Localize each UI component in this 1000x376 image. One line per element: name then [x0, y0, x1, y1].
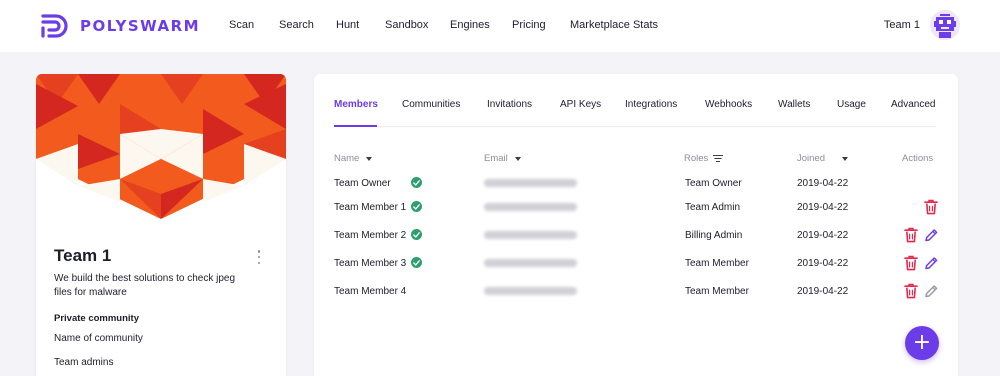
member-email-redacted [484, 287, 577, 295]
polyswarm-logo[interactable]: POLYSWARM [40, 11, 200, 41]
edit-member-button[interactable] [924, 255, 938, 271]
member-joined-date: 2019-04-22 [797, 286, 849, 297]
pencil-icon [925, 229, 938, 242]
delete-member-button[interactable] [904, 227, 918, 243]
column-header-joined[interactable]: Joined [797, 153, 848, 164]
column-header-actions: Actions [902, 153, 933, 164]
robot-avatar-icon [934, 14, 956, 38]
tab-integrations[interactable]: Integrations [625, 99, 677, 110]
column-header-email-label: Email [484, 153, 508, 164]
member-name: Team Member 4 [334, 286, 407, 297]
active-tab-indicator [334, 125, 377, 127]
member-name: Team Member 1 [334, 202, 407, 213]
member-email-redacted [484, 231, 577, 239]
team-settings-panel: Members Communities Invitations API Keys… [314, 74, 958, 376]
tab-wallets[interactable]: Wallets [778, 99, 810, 110]
member-joined-date: 2019-04-22 [797, 178, 849, 189]
tab-api-keys[interactable]: API Keys [560, 99, 601, 110]
edit-member-button[interactable] [924, 227, 938, 243]
nav-pricing[interactable]: Pricing [512, 19, 546, 31]
verified-check-icon [411, 229, 422, 240]
tab-communities[interactable]: Communities [402, 99, 460, 110]
team-switcher-label[interactable]: Team 1 [884, 19, 920, 31]
tab-invitations[interactable]: Invitations [487, 99, 532, 110]
edit-member-button [924, 283, 938, 299]
top-navbar: POLYSWARM Scan Search Hunt Sandbox Engin… [0, 0, 1000, 52]
pencil-icon [925, 257, 938, 270]
member-role: Billing Admin [685, 230, 743, 241]
table-row: Team Member 1 Team Admin 2019-04-22 [314, 198, 958, 218]
brand-name: POLYSWARM [80, 17, 201, 35]
column-header-actions-label: Actions [902, 153, 934, 164]
nav-hunt[interactable]: Hunt [336, 19, 359, 31]
member-email-redacted [484, 203, 577, 211]
verified-check-icon [411, 177, 422, 188]
delete-member-button[interactable] [904, 255, 918, 271]
column-header-email[interactable]: Email [484, 153, 521, 164]
nav-scan[interactable]: Scan [229, 19, 254, 31]
delete-member-button[interactable] [924, 199, 938, 215]
community-name: Name of community [54, 333, 143, 344]
tabs-divider [334, 126, 936, 127]
member-email-redacted [484, 179, 577, 187]
column-header-joined-label: Joined [797, 153, 825, 164]
member-name: Team Owner [334, 178, 391, 189]
polyswarm-logo-icon [41, 14, 68, 38]
member-joined-date: 2019-04-22 [797, 258, 849, 269]
nav-engines[interactable]: Engines [450, 19, 490, 31]
more-options-icon[interactable] [254, 250, 264, 264]
delete-member-button[interactable] [904, 283, 918, 299]
pencil-icon [925, 285, 938, 298]
verified-check-icon [411, 201, 422, 212]
team-admins-heading: Team admins [54, 357, 114, 368]
tab-members[interactable]: Members [334, 99, 378, 110]
trash-icon [904, 283, 918, 299]
private-community-heading: Private community [54, 313, 139, 324]
trash-icon [924, 199, 938, 215]
tab-usage[interactable]: Usage [837, 99, 866, 110]
member-name: Team Member 3 [334, 258, 407, 269]
table-row: Team Member 2 Billing Admin 2019-04-22 [314, 226, 958, 246]
add-member-button[interactable]: + [905, 326, 939, 360]
nav-sandbox[interactable]: Sandbox [385, 19, 428, 31]
team-description: We build the best solutions to check jpe… [54, 273, 236, 298]
sort-caret-icon [366, 156, 373, 161]
member-name: Team Member 2 [334, 230, 407, 241]
user-avatar[interactable] [930, 10, 960, 40]
member-role: Team Owner [685, 178, 742, 189]
column-header-roles-label: Roles [684, 153, 709, 164]
sort-caret-icon [514, 156, 521, 161]
tab-advanced[interactable]: Advanced [891, 99, 935, 110]
nav-marketplace-stats[interactable]: Marketplace Stats [570, 19, 658, 31]
sort-caret-icon [842, 156, 848, 161]
column-header-name-label: Name [334, 153, 360, 164]
member-role: Team Admin [685, 202, 741, 213]
team-banner-pattern [36, 74, 286, 219]
filter-icon [713, 155, 724, 163]
trash-icon [904, 255, 918, 271]
table-row: Team Member 3 Team Member 2019-04-22 [314, 254, 958, 274]
member-joined-date: 2019-04-22 [797, 230, 849, 241]
member-joined-date: 2019-04-22 [797, 202, 849, 213]
trash-icon [904, 227, 918, 243]
tab-webhooks[interactable]: Webhooks [705, 99, 752, 110]
member-role: Team Member [685, 258, 749, 269]
team-profile-card: Team 1 We build the best solutions to ch… [36, 74, 286, 376]
team-name-heading: Team 1 [54, 246, 112, 265]
nav-search[interactable]: Search [279, 19, 314, 31]
verified-check-icon [411, 257, 422, 268]
member-role: Team Member [685, 286, 749, 297]
member-email-redacted [484, 259, 577, 267]
column-header-name[interactable]: Name [334, 153, 373, 164]
table-row: Team Owner Team Owner 2019-04-22 [314, 174, 958, 194]
column-header-roles[interactable]: Roles [684, 153, 724, 164]
table-row: Team Member 4 Team Member 2019-04-22 [314, 282, 958, 302]
